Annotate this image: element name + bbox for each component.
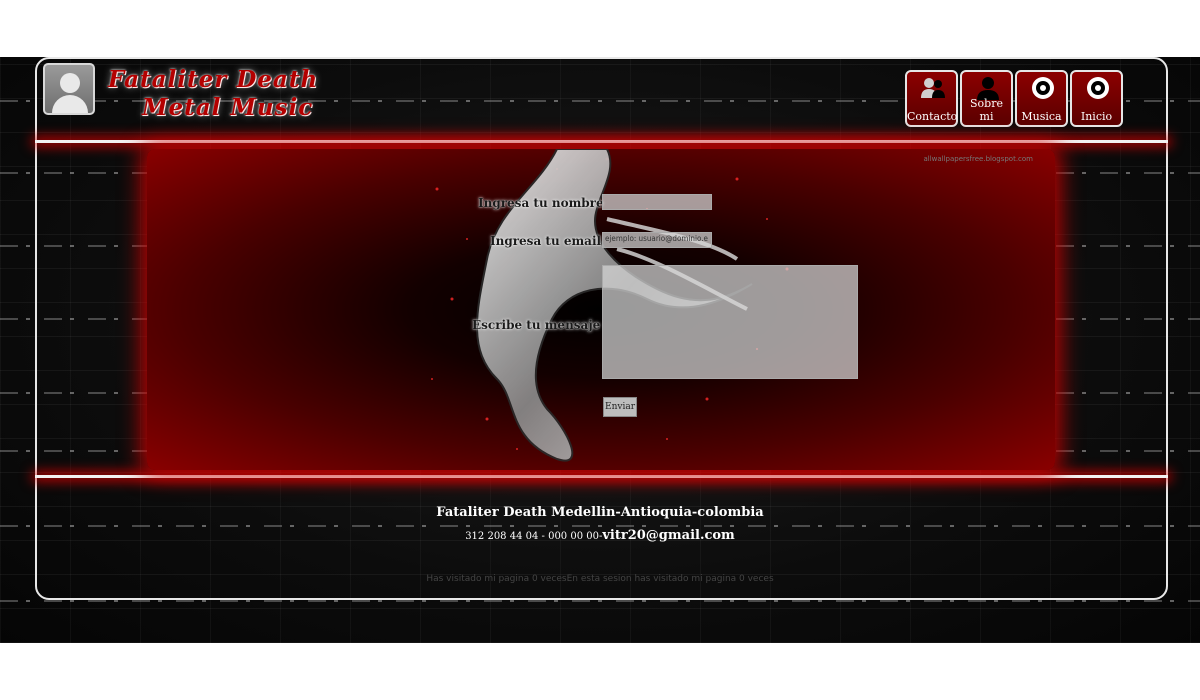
target-icon — [1087, 77, 1109, 99]
footer-email[interactable]: vitr20@gmail.com — [602, 528, 734, 543]
email-label: Ingresa tu email — [490, 234, 602, 248]
avatar-body-icon — [52, 95, 88, 113]
nav-sobre-mi-label: Sobre mi — [970, 97, 1003, 123]
users-icon — [921, 78, 945, 98]
banner-watermark: allwallpapersfree.blogspot.com — [923, 155, 1033, 163]
message-label: Escribe tu mensaje — [472, 318, 601, 332]
footer-phones: 312 208 44 04 - 000 00 00- — [465, 531, 603, 542]
avatar — [43, 63, 95, 115]
target-icon — [1032, 77, 1054, 99]
email-input[interactable]: ejemplo: usuario@dominio.e — [602, 232, 712, 248]
header-divider — [35, 140, 1168, 143]
nav-musica-label: Musica — [1021, 110, 1062, 123]
site-title: Fataliter Death Metal Music — [108, 66, 348, 122]
site-title-line2: Metal Music — [142, 94, 314, 121]
name-label: Ingresa tu nombre — [478, 196, 604, 210]
site-title-line1: Fataliter Death — [108, 66, 319, 93]
send-button[interactable]: Enviar — [603, 397, 637, 417]
name-input[interactable] — [602, 194, 712, 210]
nav-inicio-label: Inicio — [1080, 110, 1113, 123]
avatar-head-icon — [60, 73, 80, 93]
main-nav: Contacto Sobre mi Musica Inicio — [905, 70, 1123, 127]
nav-inicio-button[interactable]: Inicio — [1070, 70, 1123, 127]
message-textarea[interactable] — [602, 265, 858, 379]
nav-musica-button[interactable]: Musica — [1015, 70, 1068, 127]
visit-counter: Has visitado mi pagina 0 vecesEn esta se… — [426, 574, 774, 584]
footer-location: Fataliter Death Medellin-Antioquia-colom… — [436, 505, 764, 520]
nav-sobre-mi-button[interactable]: Sobre mi — [960, 70, 1013, 127]
nav-contacto-button[interactable]: Contacto — [905, 70, 958, 127]
footer-contact: 312 208 44 04 - 000 00 00-vitr20@gmail.c… — [0, 528, 1200, 543]
footer-divider — [35, 475, 1168, 478]
nav-contacto-label: Contacto — [907, 110, 958, 123]
barbed-wire — [0, 600, 1200, 602]
